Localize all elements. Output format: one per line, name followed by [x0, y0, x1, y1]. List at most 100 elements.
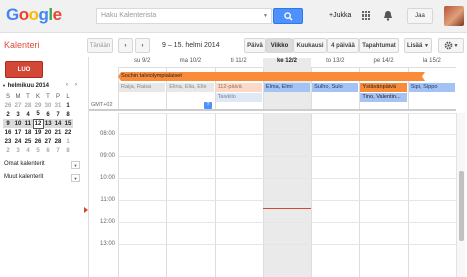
mini-day-cell[interactable]: 8: [63, 146, 73, 155]
mini-day-cell[interactable]: 21: [53, 128, 63, 137]
mini-day-cell[interactable]: 27: [13, 101, 23, 110]
dropdown-arrow-icon[interactable]: ▼: [71, 174, 80, 182]
day-column[interactable]: [407, 113, 456, 277]
next-week-button[interactable]: ›: [135, 38, 150, 53]
mini-day-cell[interactable]: 8: [63, 110, 73, 119]
mini-day-cell[interactable]: 23: [3, 137, 13, 146]
user-profile-link[interactable]: +Jukka: [329, 12, 351, 19]
more-button[interactable]: Lisää ▼: [404, 38, 432, 53]
allday-event[interactable]: Ystävänpäivä: [360, 83, 407, 92]
mini-day-cell[interactable]: 16: [3, 128, 13, 137]
caret-down-icon[interactable]: ▼: [2, 83, 6, 88]
day-header[interactable]: ke 12/2: [262, 58, 312, 68]
search-input[interactable]: Haku Kalenterista ▼: [96, 8, 272, 24]
mini-month-header: ▼ helmikuu 2014 ‹ ›: [2, 82, 82, 91]
mini-day-cell[interactable]: 13: [43, 119, 53, 128]
mini-day-cell[interactable]: 18: [23, 128, 33, 137]
dropdown-arrow-icon[interactable]: ▼: [71, 161, 80, 169]
allday-event[interactable]: Raija, Raisa: [119, 83, 166, 92]
day-header[interactable]: to 13/2: [311, 58, 359, 64]
mini-day-cell[interactable]: 29: [33, 101, 43, 110]
allday-event[interactable]: Sipi, Sippo: [408, 83, 455, 92]
allday-event[interactable]: Tino, Valentin...: [360, 93, 407, 102]
multi-day-event-title: Sochin talviolympialaiset: [121, 73, 182, 79]
day-column[interactable]: [311, 113, 359, 277]
multi-day-event[interactable]: Sochin talviolympialaiset: [118, 72, 425, 81]
mini-day-cell[interactable]: 7: [53, 146, 63, 155]
mini-day-cell[interactable]: 28: [23, 101, 33, 110]
day-header[interactable]: ti 11/2: [215, 58, 263, 64]
mini-day-cell[interactable]: 7: [53, 110, 63, 119]
more-events-badge[interactable]: ?: [204, 102, 212, 109]
mini-day-cell[interactable]: 17: [13, 128, 23, 137]
mini-day-cell[interactable]: 4: [23, 110, 33, 119]
mini-day-cell[interactable]: 20: [43, 128, 53, 137]
mini-day-cell[interactable]: 9: [3, 119, 13, 128]
mini-day-cell[interactable]: 5: [33, 110, 43, 119]
allday-event[interactable]: Elma, Elmi: [263, 83, 311, 92]
google-logo[interactable]: Google: [6, 5, 62, 25]
mini-day-cell[interactable]: 24: [13, 137, 23, 146]
mini-day-cell[interactable]: 4: [23, 146, 33, 155]
notification-bell-icon[interactable]: [383, 10, 393, 21]
scrollbar-thumb[interactable]: [459, 171, 464, 241]
mini-day-cell[interactable]: 31: [53, 101, 63, 110]
mini-day-cell[interactable]: 6: [43, 110, 53, 119]
day-column[interactable]: [118, 113, 166, 277]
allday-event[interactable]: Taivkilo: [215, 93, 262, 102]
search-button[interactable]: [273, 8, 303, 24]
mini-next-icon[interactable]: ›: [75, 82, 77, 88]
share-button[interactable]: Jaa: [407, 8, 433, 24]
caret-down-icon: ▼: [424, 42, 429, 49]
scrollbar[interactable]: [456, 113, 465, 277]
mini-day-cell[interactable]: 26: [33, 137, 43, 146]
prev-week-button[interactable]: ‹: [118, 38, 133, 53]
mini-day-cell[interactable]: 5: [33, 146, 43, 155]
view-4days-button[interactable]: 4 päivää: [327, 38, 359, 53]
day-header[interactable]: pe 14/2: [359, 58, 407, 64]
create-button[interactable]: LUO: [5, 61, 43, 78]
allday-event[interactable]: 112-päivä: [215, 83, 262, 92]
allday-event[interactable]: Elina, Ella, Elle: [167, 83, 214, 92]
other-calendars-section[interactable]: Muut kalenterit ▼: [4, 174, 82, 183]
day-header[interactable]: su 9/2: [118, 58, 166, 64]
mini-day-cell[interactable]: 3: [13, 146, 23, 155]
mini-day-cell[interactable]: 27: [43, 137, 53, 146]
mini-day-cell[interactable]: 19: [33, 128, 43, 137]
mini-day-cell[interactable]: 26: [3, 101, 13, 110]
dropdown-arrow-icon[interactable]: ▼: [263, 9, 271, 23]
mini-prev-icon[interactable]: ‹: [66, 82, 68, 88]
mini-day-cell[interactable]: 6: [43, 146, 53, 155]
mini-day-cell[interactable]: 3: [13, 110, 23, 119]
day-column[interactable]: [262, 113, 312, 277]
view-month-button[interactable]: Kuukausi: [293, 38, 327, 53]
mini-day-cell[interactable]: 14: [53, 119, 63, 128]
today-button[interactable]: Tänään: [87, 38, 113, 53]
day-header[interactable]: la 15/2: [408, 58, 456, 64]
mini-day-cell[interactable]: 2: [3, 146, 13, 155]
avatar[interactable]: [444, 6, 464, 26]
view-agenda-button[interactable]: Tapahtumat: [359, 38, 399, 53]
apps-grid-icon[interactable]: [362, 11, 371, 20]
my-calendars-section[interactable]: Omat kalenterit ▼: [4, 161, 82, 170]
day-header[interactable]: ma 10/2: [166, 58, 214, 64]
day-column[interactable]: [359, 113, 407, 277]
mini-day-cell[interactable]: 28: [53, 137, 63, 146]
day-column[interactable]: [214, 113, 263, 277]
mini-day-cell[interactable]: 1: [63, 137, 73, 146]
mini-day-cell[interactable]: 11: [23, 119, 33, 128]
header-bar: Google Haku Kalenterista ▼ +Jukka Jaa: [0, 0, 467, 33]
mini-day-cell[interactable]: 25: [23, 137, 33, 146]
mini-day-cell[interactable]: 1: [63, 101, 73, 110]
mini-day-cell[interactable]: 12: [32, 118, 44, 129]
view-week-button[interactable]: Viikko: [266, 38, 293, 53]
mini-day-cell[interactable]: 10: [13, 119, 23, 128]
mini-day-cell[interactable]: 2: [3, 110, 13, 119]
mini-day-cell[interactable]: 15: [63, 119, 73, 128]
view-day-button[interactable]: Päivä: [244, 38, 266, 53]
mini-day-cell[interactable]: 22: [63, 128, 73, 137]
day-column[interactable]: [166, 113, 214, 277]
mini-day-cell[interactable]: 30: [43, 101, 53, 110]
settings-button[interactable]: ▼: [438, 38, 464, 53]
allday-event[interactable]: Sulho, Sulo: [312, 83, 359, 92]
